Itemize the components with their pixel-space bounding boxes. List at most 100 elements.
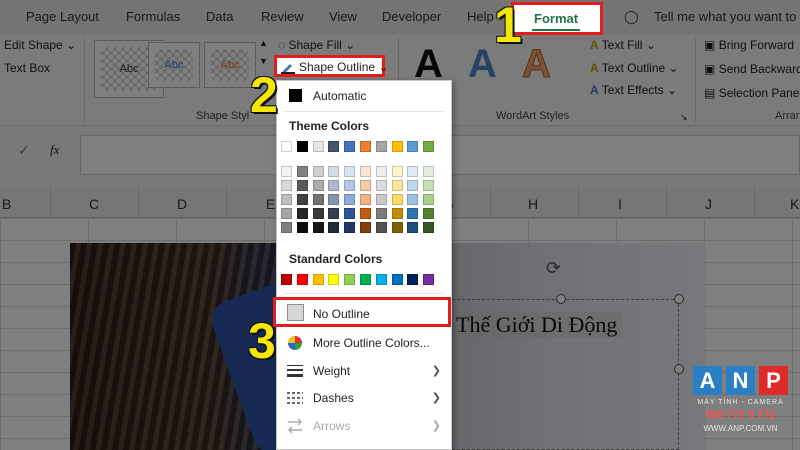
theme-color-shade-swatch[interactable] xyxy=(375,222,387,233)
theme-color-shade-swatch[interactable] xyxy=(407,166,419,177)
theme-color-shade-swatch[interactable] xyxy=(375,208,387,219)
theme-color-shade-swatch[interactable] xyxy=(344,222,356,233)
theme-color-swatch[interactable] xyxy=(407,141,419,152)
theme-color-shade-swatch[interactable] xyxy=(360,166,371,177)
theme-color-shade-swatch[interactable] xyxy=(296,222,308,233)
standard-color-swatch[interactable] xyxy=(296,274,308,285)
theme-color-shade-swatch[interactable] xyxy=(407,222,419,233)
theme-color-shade-swatch[interactable] xyxy=(296,194,308,205)
theme-color-swatch[interactable] xyxy=(281,141,292,152)
theme-color-shade-swatch[interactable] xyxy=(328,194,340,205)
theme-color-shade-swatch[interactable] xyxy=(281,222,292,233)
no-outline-swatch-icon xyxy=(287,304,304,321)
theme-color-shade-swatch[interactable] xyxy=(328,222,340,233)
theme-color-shade-swatch[interactable] xyxy=(423,194,435,205)
theme-color-shade-swatch[interactable] xyxy=(360,208,371,219)
theme-color-shade-swatch[interactable] xyxy=(312,166,324,177)
theme-color-shade-swatch[interactable] xyxy=(281,166,292,177)
color-wheel-icon xyxy=(288,336,302,350)
theme-color-shade-swatch[interactable] xyxy=(281,194,292,205)
theme-color-shade-swatch[interactable] xyxy=(391,194,403,205)
step-number-2: 2 xyxy=(250,67,278,123)
theme-color-swatch[interactable] xyxy=(312,141,324,152)
standard-color-swatch[interactable] xyxy=(407,274,419,285)
theme-color-shade-swatch[interactable] xyxy=(423,180,435,191)
theme-color-shade-swatch[interactable] xyxy=(344,194,356,205)
theme-color-swatch[interactable] xyxy=(344,141,356,152)
tab-format[interactable]: Format xyxy=(511,2,603,35)
theme-color-shade-swatch[interactable] xyxy=(328,180,340,191)
theme-color-shade-swatch[interactable] xyxy=(375,194,387,205)
dashes-icon xyxy=(287,392,303,404)
menu-divider xyxy=(283,293,445,294)
standard-color-swatch[interactable] xyxy=(375,274,387,285)
chevron-right-icon: ❯ xyxy=(431,420,441,432)
automatic-color-swatch xyxy=(289,89,302,102)
standard-color-swatch[interactable] xyxy=(344,274,356,285)
logo-website: WWW.ANP.COM.VN xyxy=(703,424,778,433)
menu-item-no-outline[interactable]: No Outline xyxy=(273,297,451,327)
menu-item-automatic[interactable]: Automatic xyxy=(277,83,451,109)
logo-tagline: MÁY TÍNH - CAMERA xyxy=(697,399,784,406)
logo-letter-a: A xyxy=(693,366,722,395)
theme-color-shade-swatch[interactable] xyxy=(296,180,308,191)
theme-color-swatch[interactable] xyxy=(360,141,371,152)
chevron-right-icon: ❯ xyxy=(431,365,441,377)
theme-color-shade-swatch[interactable] xyxy=(296,208,308,219)
theme-color-shade-swatch[interactable] xyxy=(407,208,419,219)
menu-item-weight[interactable]: Weight ❯ xyxy=(277,358,451,384)
standard-color-swatch[interactable] xyxy=(312,274,324,285)
theme-color-shade-swatch[interactable] xyxy=(407,180,419,191)
theme-color-swatch[interactable] xyxy=(375,141,387,152)
theme-color-shade-swatch[interactable] xyxy=(375,180,387,191)
theme-color-shade-swatch[interactable] xyxy=(391,166,403,177)
theme-color-shade-swatch[interactable] xyxy=(360,194,371,205)
theme-color-shade-swatch[interactable] xyxy=(344,166,356,177)
standard-color-swatch[interactable] xyxy=(360,274,371,285)
theme-color-shade-swatch[interactable] xyxy=(344,180,356,191)
menu-item-dashes[interactable]: Dashes ❯ xyxy=(277,385,451,411)
theme-color-shade-swatch[interactable] xyxy=(312,222,324,233)
logo-phone: 098 772 0 772 xyxy=(705,409,776,421)
shape-outline-label: Shape Outline ⌄ xyxy=(299,60,388,74)
theme-color-shade-swatch[interactable] xyxy=(281,180,292,191)
theme-color-shade-swatch[interactable] xyxy=(281,208,292,219)
theme-color-swatch[interactable] xyxy=(423,141,435,152)
theme-color-swatch[interactable] xyxy=(391,141,403,152)
theme-color-shade-swatch[interactable] xyxy=(360,222,371,233)
menu-divider xyxy=(283,111,445,112)
theme-color-shade-swatch[interactable] xyxy=(391,208,403,219)
pen-icon xyxy=(281,64,295,74)
theme-color-shade-swatch[interactable] xyxy=(391,180,403,191)
arrows-icon xyxy=(288,418,302,434)
theme-color-shade-swatch[interactable] xyxy=(312,194,324,205)
theme-color-shade-swatch[interactable] xyxy=(360,180,371,191)
theme-color-shade-swatch[interactable] xyxy=(407,194,419,205)
theme-color-shade-swatch[interactable] xyxy=(296,166,308,177)
theme-color-shade-swatch[interactable] xyxy=(312,208,324,219)
standard-color-swatch[interactable] xyxy=(423,274,435,285)
shape-outline-dropdown: Automatic Theme Colors Standard Colors M… xyxy=(276,80,452,450)
logo-letter-p: P xyxy=(759,366,788,395)
menu-item-arrows: Arrows ❯ xyxy=(277,413,451,439)
theme-color-swatch[interactable] xyxy=(296,141,308,152)
theme-color-shade-swatch[interactable] xyxy=(328,208,340,219)
standard-color-swatch[interactable] xyxy=(391,274,403,285)
menu-item-more-outline-colors-label: More Outline Colors... xyxy=(313,336,430,350)
shape-outline-text: Shape Outline xyxy=(299,60,376,74)
theme-color-shade-swatch[interactable] xyxy=(391,222,403,233)
theme-color-shade-swatch[interactable] xyxy=(328,166,340,177)
theme-color-shade-swatch[interactable] xyxy=(423,166,435,177)
theme-color-shade-swatch[interactable] xyxy=(423,222,435,233)
theme-color-shade-swatch[interactable] xyxy=(375,166,387,177)
theme-color-swatch[interactable] xyxy=(328,141,340,152)
menu-item-weight-label: Weight xyxy=(313,364,351,378)
theme-color-shade-swatch[interactable] xyxy=(344,208,356,219)
theme-color-shade-swatch[interactable] xyxy=(312,180,324,191)
menu-item-more-outline-colors[interactable]: More Outline Colors... xyxy=(277,330,451,356)
logo-letter-n: N xyxy=(726,366,755,395)
shape-outline-button[interactable]: Shape Outline ⌄ xyxy=(274,55,388,77)
standard-color-swatch[interactable] xyxy=(281,274,292,285)
theme-color-shade-swatch[interactable] xyxy=(423,208,435,219)
standard-color-swatch[interactable] xyxy=(328,274,340,285)
